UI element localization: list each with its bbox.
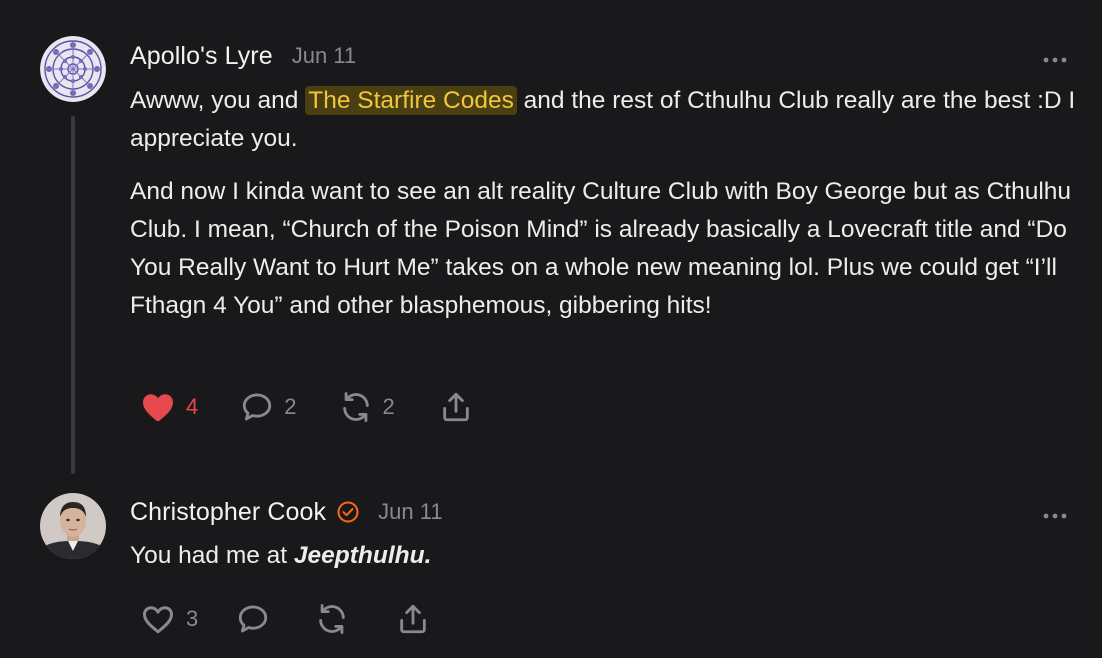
comment-body: You had me at Jeepthulhu.	[130, 537, 1080, 575]
avatar-photo-icon	[40, 493, 106, 559]
comment-date[interactable]: Jun 11	[292, 43, 356, 69]
more-icon	[1043, 513, 1067, 519]
comment-actions: 4 2 2	[140, 388, 473, 426]
text-segment: You had me at	[130, 542, 294, 569]
text-segment: Awww, you and	[130, 87, 306, 114]
comment-header: Apollo's Lyre Jun 11	[130, 38, 356, 74]
avatar[interactable]	[40, 36, 106, 102]
avatar[interactable]	[40, 493, 106, 559]
comment-paragraph: And now I kinda want to see an alt reali…	[130, 178, 1072, 319]
comment-body: Awww, you and The Starfire Codes and the…	[130, 82, 1080, 325]
verified-badge-icon	[337, 501, 359, 523]
comment-paragraph: Awww, you and The Starfire Codes and the…	[130, 82, 1080, 158]
restack-icon	[342, 392, 369, 422]
comment-apollos-lyre: Apollo's Lyre Jun 11 Awww, you and The S…	[0, 0, 1102, 480]
share-icon	[443, 392, 469, 422]
share-icon	[400, 604, 426, 634]
comment-actions: 3	[140, 600, 430, 638]
avatar-pattern-icon	[40, 36, 106, 102]
like-button[interactable]: 3	[140, 602, 198, 636]
comment-header: Christopher Cook Jun 11	[130, 494, 443, 530]
like-count: 3	[186, 606, 199, 631]
reply-button[interactable]: 2	[240, 390, 297, 424]
more-icon	[1043, 57, 1067, 63]
restack-icon	[319, 604, 345, 634]
mention-link[interactable]: The Starfire Codes	[305, 86, 517, 115]
verified-badge	[336, 500, 360, 524]
like-count: 4	[186, 394, 199, 419]
restack-button[interactable]	[315, 602, 349, 636]
reply-button[interactable]	[236, 602, 270, 636]
reply-count: 2	[284, 394, 297, 419]
more-options-button[interactable]	[1042, 507, 1068, 519]
comment-icon	[243, 393, 272, 421]
heart-icon	[143, 394, 173, 422]
author-name[interactable]: Apollo's Lyre	[130, 42, 273, 71]
comment-paragraph: You had me at Jeepthulhu.	[130, 537, 1080, 575]
share-button[interactable]	[396, 602, 430, 636]
restack-button[interactable]: 2	[339, 390, 395, 424]
comment-christopher-cook: Christopher Cook Jun 11 You had me at Je…	[0, 480, 1102, 658]
author-name[interactable]: Christopher Cook	[130, 498, 326, 527]
thread-line	[71, 116, 75, 474]
emphasized-text: Jeepthulhu.	[293, 542, 432, 569]
share-button[interactable]	[439, 390, 473, 424]
restack-count: 2	[382, 394, 395, 419]
more-options-button[interactable]	[1042, 51, 1068, 63]
comment-icon	[239, 605, 268, 633]
heart-icon	[143, 606, 173, 634]
comment-date[interactable]: Jun 11	[378, 499, 442, 525]
like-button[interactable]: 4	[140, 390, 198, 424]
